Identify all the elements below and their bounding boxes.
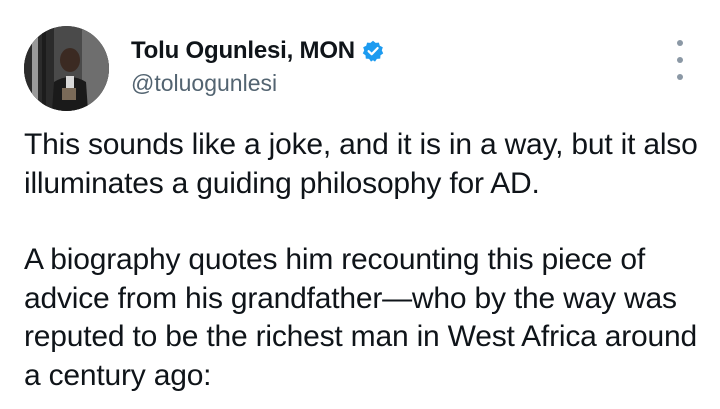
more-vertical-icon-dot-bottom <box>677 74 683 80</box>
display-name-row[interactable]: Tolu Ogunlesi, MON <box>131 36 384 66</box>
more-vertical-icon-dot-top <box>677 40 683 46</box>
avatar-photo <box>24 26 109 111</box>
tweet-header: Tolu Ogunlesi, MON @toluogunlesi <box>24 26 384 111</box>
tweet-paragraph-2: A biography quotes him recounting this p… <box>24 243 697 392</box>
tweet: Tolu Ogunlesi, MON @toluogunlesi This so… <box>0 0 720 409</box>
more-options-button[interactable] <box>670 40 690 80</box>
tweet-body: This sounds like a joke, and it is in a … <box>24 126 704 395</box>
avatar[interactable] <box>24 26 109 111</box>
more-vertical-icon-dot-middle <box>677 57 683 63</box>
author-names: Tolu Ogunlesi, MON @toluogunlesi <box>131 36 384 97</box>
tweet-paragraph-1: This sounds like a joke, and it is in a … <box>24 128 698 200</box>
author-handle[interactable]: @toluogunlesi <box>131 70 384 97</box>
verified-badge-icon <box>362 40 384 62</box>
display-name[interactable]: Tolu Ogunlesi, MON <box>131 37 355 65</box>
